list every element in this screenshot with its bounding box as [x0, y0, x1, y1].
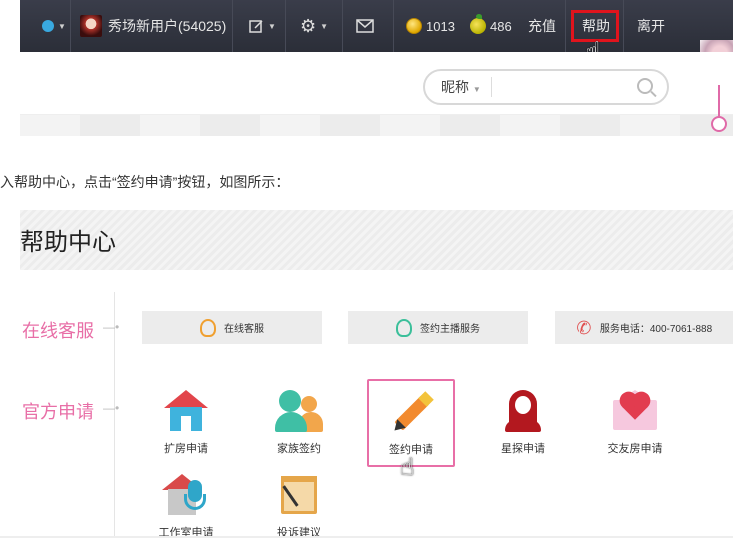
app-dating-room[interactable]: 交友房申请 — [593, 382, 677, 466]
studio-icon — [162, 474, 210, 518]
gear-icon: ⚙ — [300, 15, 317, 36]
pendant-line — [718, 85, 720, 119]
search-input[interactable] — [501, 77, 621, 99]
online-service-button[interactable]: 在线客服 — [142, 311, 322, 344]
app-family-sign[interactable]: 家族签约 — [257, 382, 341, 466]
recharge-button[interactable]: 充值 — [528, 0, 556, 52]
help-center-header: 帮助中心 — [20, 210, 733, 270]
anchor-service-label: 签约主播服务 — [420, 324, 480, 335]
app-label: 家族签约 — [277, 443, 321, 455]
coin-count: 1013 — [426, 18, 455, 34]
fruit-icon — [470, 14, 486, 34]
mail-icon — [356, 19, 374, 33]
board-icon — [275, 474, 323, 518]
app-scout-apply[interactable]: 星探申请 — [481, 382, 565, 466]
app-studio-apply[interactable]: 工作室申请 — [144, 466, 228, 538]
service-phone-label: 服务电话：400-7061-888 — [599, 324, 713, 335]
app-label: 扩房申请 — [164, 443, 208, 455]
page-title: 帮助中心 — [20, 229, 116, 256]
chevron-down-icon: ▼ — [320, 21, 329, 31]
leave-label: 离开 — [637, 18, 665, 34]
pendant-dot — [711, 116, 727, 132]
chevron-down-icon: ▼ — [58, 21, 66, 31]
online-service-label: 在线客服 — [224, 324, 264, 335]
fruit-balance: 486 — [470, 0, 512, 52]
recharge-label: 充值 — [528, 18, 556, 34]
status-dropdown[interactable]: ▼ — [42, 0, 66, 52]
instruction-text: 入帮助中心，点击“签约申请”按钮，如图所示： — [0, 174, 290, 190]
chevron-down-icon: ▼ — [268, 21, 276, 31]
search-strip: 昵称 ▼ — [20, 52, 733, 136]
page: ▼ 秀场新用户(54025) ▼ ⚙ ▼ 1013 486 充值 帮助 离开 ☝… — [0, 0, 733, 538]
section-official-apply: 官方申请 — [22, 402, 94, 422]
pencil-icon — [387, 391, 435, 435]
app-label: 星探申请 — [501, 443, 545, 455]
leave-button[interactable]: 离开 — [637, 0, 665, 52]
coin-balance: 1013 — [406, 0, 455, 52]
arrow-icon: —• — [103, 320, 120, 334]
fruit-count: 486 — [490, 18, 512, 34]
edit-icon — [249, 20, 263, 33]
edit-menu[interactable]: ▼ — [248, 0, 276, 52]
decorative-wave — [20, 114, 733, 136]
avatar — [80, 15, 102, 37]
search-type-label: 昵称 — [441, 79, 469, 95]
headset-icon — [396, 318, 412, 337]
house-icon — [162, 390, 210, 434]
search-divider — [491, 77, 492, 97]
arrow-icon: —• — [103, 401, 120, 415]
verified-icon — [42, 20, 54, 32]
headset-icon — [200, 318, 216, 337]
family-icon — [275, 390, 323, 434]
app-complaint[interactable]: 投诉建议 — [257, 466, 341, 538]
app-label: 交友房申请 — [607, 443, 663, 455]
heart-envelope-icon — [611, 390, 659, 434]
settings-menu[interactable]: ⚙ ▼ — [300, 0, 328, 52]
app-expand-room[interactable]: 扩房申请 — [144, 382, 228, 466]
top-navbar: ▼ 秀场新用户(54025) ▼ ⚙ ▼ 1013 486 充值 帮助 离开 — [20, 0, 733, 52]
section-online-service: 在线客服 — [22, 321, 94, 341]
user-name: 秀场新用户(54025) — [108, 18, 227, 34]
service-phone-button[interactable]: ✆ 服务电话：400-7061-888 — [555, 311, 733, 344]
phone-icon: ✆ — [576, 317, 592, 338]
search-icon[interactable] — [637, 78, 653, 94]
hand-cursor-icon: ☝ — [400, 454, 415, 481]
anchor-service-button[interactable]: 签约主播服务 — [348, 311, 528, 344]
user-menu[interactable]: 秀场新用户(54025) — [80, 0, 226, 52]
scout-icon — [499, 390, 547, 434]
search-box[interactable]: 昵称 ▼ — [423, 69, 669, 105]
search-type-select[interactable]: 昵称 ▼ — [441, 71, 481, 103]
mail-button[interactable] — [356, 0, 374, 52]
coin-icon — [406, 18, 422, 34]
